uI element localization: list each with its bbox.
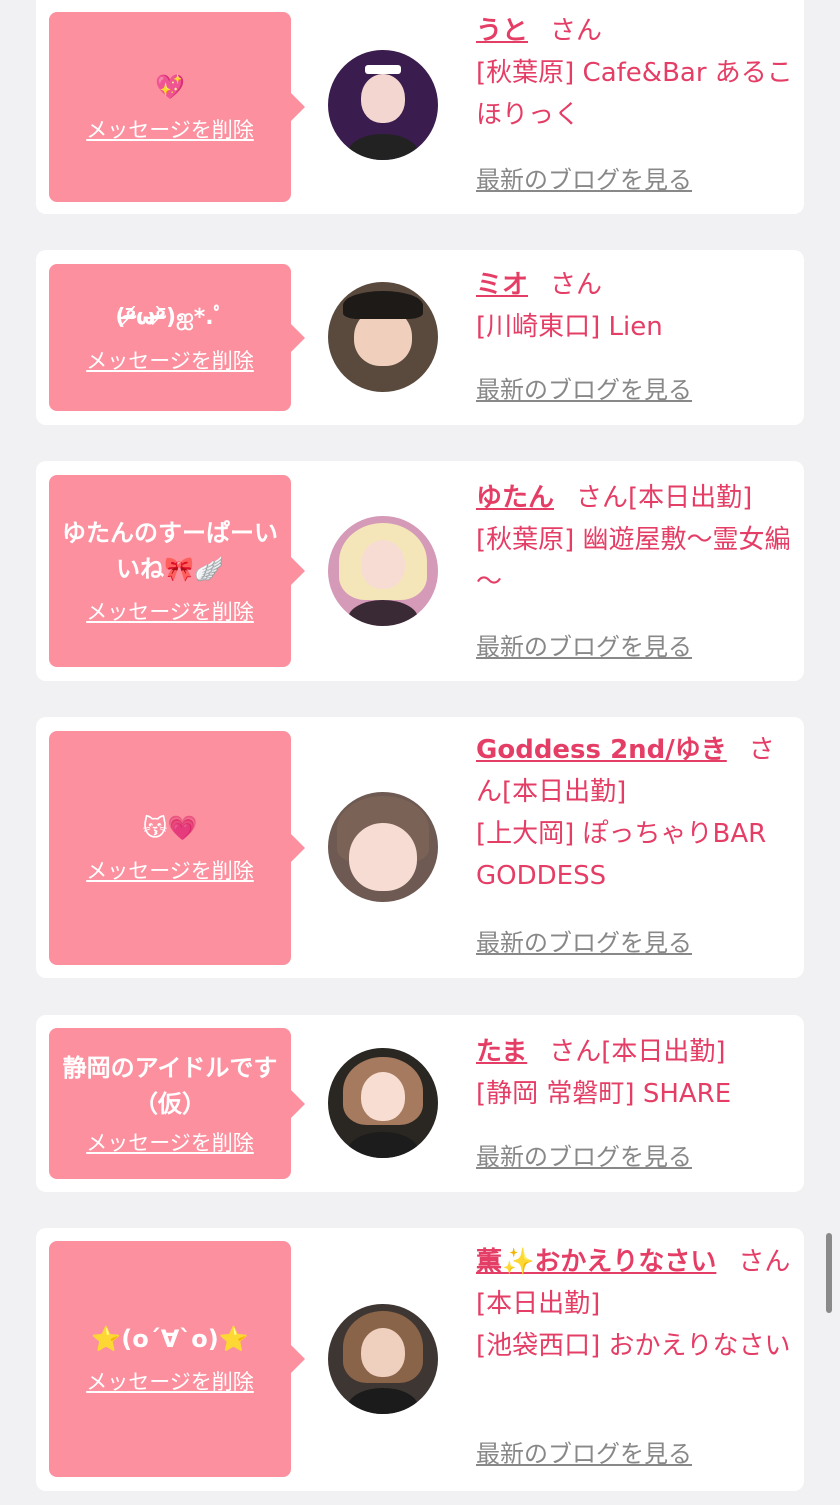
delete-message-link[interactable]: メッセージを削除: [86, 346, 254, 376]
avatar[interactable]: [328, 282, 438, 392]
favorite-card: ゆたんのすーぱーいいね🎀🪽 メッセージを削除 ゆたん さん[本日出勤] [秋葉原]…: [36, 461, 804, 681]
message-text: (ᵒ̴̶̷᷄ωᵒ̴̶̷᷅)ஐ*.ﾟ: [115, 304, 225, 330]
latest-blog-link[interactable]: 最新のブログを見る: [476, 374, 692, 406]
profile-info: Goddess 2nd/ゆき さん[本日出勤] [上大岡] ぽっちゃりBAR GO…: [476, 729, 796, 897]
delete-message-link[interactable]: メッセージを削除: [86, 597, 254, 627]
profile-info: たま さん[本日出勤] [静岡 常磐町] SHARE: [476, 1031, 796, 1115]
profile-info: ミオ さん [川崎東口] Lien: [476, 264, 796, 348]
profile-info: うと さん [秋葉原] Cafe&Bar あるこほりっく: [476, 10, 796, 136]
latest-blog-link[interactable]: 最新のブログを見る: [476, 164, 692, 196]
delete-message-link[interactable]: メッセージを削除: [86, 115, 254, 145]
message-text: 😽💗: [142, 814, 198, 842]
status-badge: [本日出勤]: [628, 483, 753, 513]
status-badge: [本日出勤]: [601, 1037, 726, 1067]
profile-name-link[interactable]: Goddess 2nd/ゆき: [476, 735, 727, 765]
profile-name-link[interactable]: 薫✨おかえりなさい: [476, 1247, 716, 1277]
message-bubble: ⭐(o´∀`o)⭐ メッセージを削除: [49, 1241, 305, 1477]
avatar[interactable]: [328, 792, 438, 902]
profile-info: 薫✨おかえりなさい さん [本日出勤] [池袋西口] おかえりなさい: [476, 1241, 796, 1367]
profile-name-link[interactable]: うと: [476, 16, 528, 46]
honorific: さん: [738, 1247, 791, 1277]
message-bubble: ゆたんのすーぱーいいね🎀🪽 メッセージを削除: [49, 475, 305, 667]
message-text: 静岡のアイドルです（仮）: [62, 1053, 278, 1118]
profile-name-link[interactable]: ミオ: [476, 270, 528, 300]
shop-label: [川崎東口] Lien: [476, 312, 663, 342]
avatar[interactable]: [328, 1048, 438, 1158]
profile-name-link[interactable]: たま: [476, 1037, 527, 1067]
favorite-card: (ᵒ̴̶̷᷄ωᵒ̴̶̷᷅)ஐ*.ﾟ メッセージを削除 ミオ さん [川崎東口] L…: [36, 250, 804, 425]
scrollbar[interactable]: [826, 1233, 832, 1313]
honorific: さん: [549, 1037, 602, 1067]
avatar[interactable]: [328, 50, 438, 160]
status-badge: [本日出勤]: [502, 777, 627, 807]
shop-label: [静岡 常磐町] SHARE: [476, 1079, 732, 1109]
message-bubble: (ᵒ̴̶̷᷄ωᵒ̴̶̷᷅)ஐ*.ﾟ メッセージを削除: [49, 264, 305, 411]
favorite-card: 💖 メッセージを削除 うと さん [秋葉原] Cafe&Bar あるこほりっく 最…: [36, 0, 804, 214]
message-text: ⭐(o´∀`o)⭐: [91, 1325, 249, 1353]
delete-message-link[interactable]: メッセージを削除: [86, 856, 254, 886]
favorite-card: 静岡のアイドルです（仮） メッセージを削除 たま さん[本日出勤] [静岡 常磐町…: [36, 1015, 804, 1192]
shop-label: [池袋西口] おかえりなさい: [476, 1331, 791, 1361]
message-text: 💖: [155, 73, 185, 101]
shop-label: [上大岡] ぽっちゃりBAR GODDESS: [476, 819, 767, 891]
delete-message-link[interactable]: メッセージを削除: [86, 1128, 254, 1158]
message-bubble: 😽💗 メッセージを削除: [49, 731, 305, 965]
profile-name-link[interactable]: ゆたん: [476, 483, 554, 513]
profile-info: ゆたん さん[本日出勤] [秋葉原] 幽遊屋敷～霊女編～: [476, 477, 796, 603]
shop-label: [秋葉原] 幽遊屋敷～霊女編～: [476, 525, 791, 597]
favorite-card: ⭐(o´∀`o)⭐ メッセージを削除 薫✨おかえりなさい さん [本日出勤] [池袋…: [36, 1228, 804, 1491]
message-text: ゆたんのすーぱーいいね🎀🪽: [62, 519, 278, 583]
honorific: さん: [576, 483, 629, 513]
status-badge: [本日出勤]: [476, 1289, 601, 1319]
delete-message-link[interactable]: メッセージを削除: [86, 1367, 254, 1397]
latest-blog-link[interactable]: 最新のブログを見る: [476, 927, 692, 959]
latest-blog-link[interactable]: 最新のブログを見る: [476, 1141, 692, 1173]
latest-blog-link[interactable]: 最新のブログを見る: [476, 631, 692, 663]
latest-blog-link[interactable]: 最新のブログを見る: [476, 1438, 692, 1470]
shop-label: [秋葉原] Cafe&Bar あるこほりっく: [476, 58, 793, 130]
favorite-card: 😽💗 メッセージを削除 Goddess 2nd/ゆき さん[本日出勤] [上大岡]…: [36, 717, 804, 978]
honorific: さん: [550, 270, 603, 300]
message-bubble: 💖 メッセージを削除: [49, 12, 305, 202]
honorific: さん: [550, 16, 603, 46]
avatar[interactable]: [328, 516, 438, 626]
avatar[interactable]: [328, 1304, 438, 1414]
message-bubble: 静岡のアイドルです（仮） メッセージを削除: [49, 1028, 305, 1179]
